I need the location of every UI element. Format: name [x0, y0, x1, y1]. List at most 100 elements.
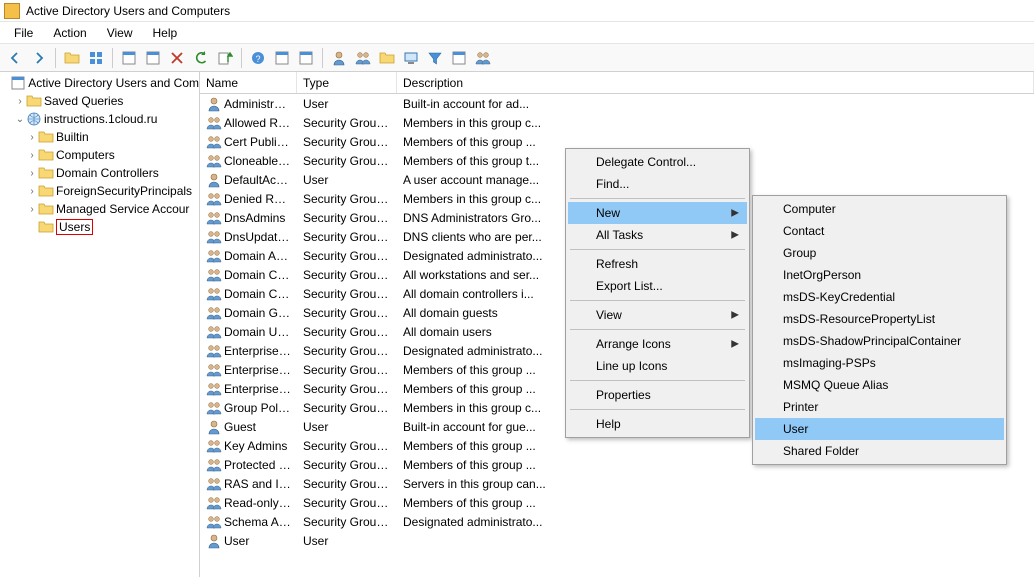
cell-name: Domain Ad...	[200, 248, 297, 264]
folder-icon	[38, 129, 54, 145]
title-bar: Active Directory Users and Computers	[0, 0, 1034, 22]
domain-icon	[26, 111, 42, 127]
ctx-properties[interactable]: Properties	[568, 384, 747, 406]
ctx-find[interactable]: Find...	[568, 173, 747, 195]
ctx-help[interactable]: Help	[568, 413, 747, 435]
tb-copy-icon[interactable]	[142, 47, 164, 69]
expand-icon[interactable]: ›	[26, 168, 38, 179]
tree-users[interactable]: Users	[0, 218, 199, 236]
menu-file[interactable]: File	[4, 22, 43, 43]
submenu-arrow-icon: ▶	[731, 339, 739, 350]
list-row[interactable]: Allowed RO...Security Group...Members in…	[200, 113, 1034, 132]
tree-node[interactable]: ›Builtin	[0, 128, 199, 146]
menu-help[interactable]: Help	[143, 22, 188, 43]
expand-icon[interactable]: ›	[14, 96, 26, 107]
item-name-label: Enterprise R...	[224, 382, 291, 396]
menu-view[interactable]: View	[97, 22, 143, 43]
folder-icon	[38, 201, 54, 217]
ctx-new-msimaging-psps[interactable]: msImaging-PSPs	[755, 352, 1004, 374]
tree-domain[interactable]: ⌄ instructions.1cloud.ru	[0, 110, 199, 128]
expand-icon[interactable]: ›	[26, 132, 38, 143]
tb-up-icon[interactable]	[61, 47, 83, 69]
tb-grid-icon[interactable]	[85, 47, 107, 69]
item-name-label: Domain Gue...	[224, 306, 291, 320]
ctx-new-computer[interactable]: Computer	[755, 198, 1004, 220]
tree-root[interactable]: Active Directory Users and Com	[0, 74, 199, 92]
tb-help-icon[interactable]	[247, 47, 269, 69]
ctx-refresh[interactable]: Refresh	[568, 253, 747, 275]
tb-properties-icon[interactable]	[271, 47, 293, 69]
list-row[interactable]: Read-only D...Security Group...Members o…	[200, 493, 1034, 512]
ctx-new-group[interactable]: Group	[755, 242, 1004, 264]
tb-new-ou-icon[interactable]	[376, 47, 398, 69]
tb-search-icon[interactable]	[448, 47, 470, 69]
ctx-new-printer[interactable]: Printer	[755, 396, 1004, 418]
tb-find-icon[interactable]	[295, 47, 317, 69]
ctx-new-msds-keycredential[interactable]: msDS-KeyCredential	[755, 286, 1004, 308]
cell-type: User	[297, 97, 397, 111]
folder-icon	[38, 219, 54, 235]
collapse-icon[interactable]: ⌄	[14, 114, 26, 125]
ctx-export-list[interactable]: Export List...	[568, 275, 747, 297]
tb-export-icon[interactable]	[214, 47, 236, 69]
tb-cut-icon[interactable]	[118, 47, 140, 69]
expand-icon[interactable]: ›	[26, 150, 38, 161]
ctx-all-tasks[interactable]: All Tasks▶	[568, 224, 747, 246]
ctx-new-shared-folder[interactable]: Shared Folder	[755, 440, 1004, 462]
list-row[interactable]: RAS and IAS ...Security Group...Servers …	[200, 474, 1034, 493]
tb-query-icon[interactable]	[472, 47, 494, 69]
ctx-view[interactable]: View▶	[568, 304, 747, 326]
tree-node[interactable]: ›Computers	[0, 146, 199, 164]
tree-node[interactable]: ›ForeignSecurityPrincipals	[0, 182, 199, 200]
cell-description: Members of this group ...	[397, 439, 562, 453]
expand-icon[interactable]: ›	[26, 186, 38, 197]
tree-node[interactable]: ›Managed Service Accour	[0, 200, 199, 218]
tb-refresh-icon[interactable]	[190, 47, 212, 69]
tb-back-icon[interactable]	[4, 47, 26, 69]
context-submenu-new[interactable]: ComputerContactGroupInetOrgPersonmsDS-Ke…	[752, 195, 1007, 465]
ctx-delegate-control[interactable]: Delegate Control...	[568, 151, 747, 173]
tree-saved-queries[interactable]: › Saved Queries	[0, 92, 199, 110]
item-name-label: Administrator	[224, 97, 291, 111]
ctx-new-msds-shadowprincipalcontainer[interactable]: msDS-ShadowPrincipalContainer	[755, 330, 1004, 352]
group-icon	[206, 286, 222, 302]
ctx-line-up-icons[interactable]: Line up Icons	[568, 355, 747, 377]
tb-filter-icon[interactable]	[424, 47, 446, 69]
tb-new-user-icon[interactable]	[328, 47, 350, 69]
tree-pane[interactable]: Active Directory Users and Com › Saved Q…	[0, 72, 200, 577]
ctx-new-inetorgperson[interactable]: InetOrgPerson	[755, 264, 1004, 286]
ctx-new-msds-resourcepropertylist[interactable]: msDS-ResourcePropertyList	[755, 308, 1004, 330]
tree-node[interactable]: ›Domain Controllers	[0, 164, 199, 182]
group-icon	[206, 495, 222, 511]
tb-delete-icon[interactable]	[166, 47, 188, 69]
context-menu[interactable]: Delegate Control... Find... New▶ All Tas…	[565, 148, 750, 438]
tb-new-computer-icon[interactable]	[400, 47, 422, 69]
ctx-new[interactable]: New▶	[568, 202, 747, 224]
list-row[interactable]: Administrator UserBuilt-in account for ad…	[200, 94, 1034, 113]
menu-action[interactable]: Action	[43, 22, 96, 43]
expand-icon[interactable]: ›	[26, 204, 38, 215]
col-header-name[interactable]: Name	[200, 72, 297, 93]
cell-description: Built-in account for ad...	[397, 97, 562, 111]
ctx-new-user[interactable]: User	[755, 418, 1004, 440]
list-row[interactable]: UserUser	[200, 531, 1034, 550]
ctx-new-msmq-queue-alias[interactable]: MSMQ Queue Alias	[755, 374, 1004, 396]
ctx-label: All Tasks	[596, 228, 643, 242]
cell-type: Security Group...	[297, 382, 397, 396]
cell-type: Security Group...	[297, 439, 397, 453]
cell-name: Enterprise A...	[200, 343, 297, 359]
ctx-arrange-icons[interactable]: Arrange Icons▶	[568, 333, 747, 355]
tb-forward-icon[interactable]	[28, 47, 50, 69]
tb-separator	[112, 48, 113, 68]
ctx-label: View	[596, 308, 622, 322]
item-name-label: Enterprise K...	[224, 363, 291, 377]
cell-description: A user account manage...	[397, 173, 562, 187]
group-icon	[206, 457, 222, 473]
cell-name: RAS and IAS ...	[200, 476, 297, 492]
col-header-description[interactable]: Description	[397, 72, 1034, 93]
list-row[interactable]: Schema Ad...Security Group...Designated …	[200, 512, 1034, 531]
cell-name: User	[200, 533, 297, 549]
tb-new-group-icon[interactable]	[352, 47, 374, 69]
ctx-new-contact[interactable]: Contact	[755, 220, 1004, 242]
col-header-type[interactable]: Type	[297, 72, 397, 93]
